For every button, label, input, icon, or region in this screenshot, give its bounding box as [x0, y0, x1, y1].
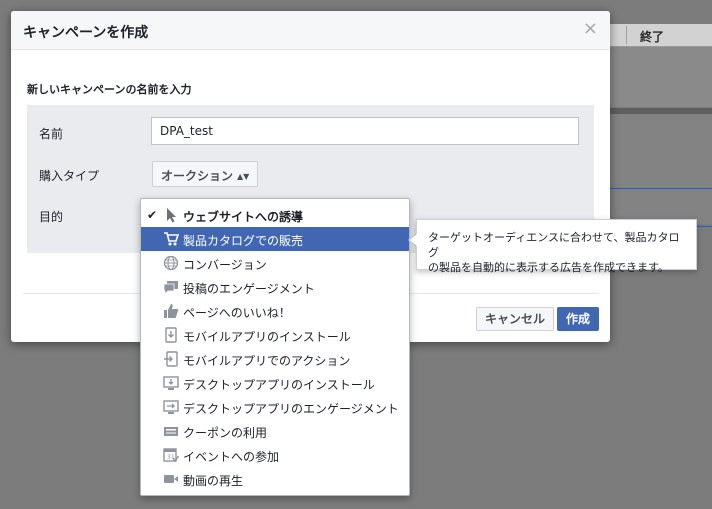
thumbs-up-icon	[164, 304, 179, 318]
row-line	[610, 188, 712, 189]
purchase-type-label: 購入タイプ	[39, 169, 100, 183]
mobile-action-icon	[164, 351, 178, 367]
video-icon	[164, 475, 178, 483]
option-label: モバイルアプリのインストール	[183, 330, 351, 344]
name-label: 名前	[39, 127, 64, 141]
objective-option-desktop-app-engagement[interactable]: デスクトップアプリのエンゲージメント	[141, 395, 409, 419]
mobile-install-icon	[165, 327, 177, 343]
option-label: 投稿のエンゲージメント	[183, 282, 315, 296]
objective-option-desktop-app-installs[interactable]: デスクトップアプリのインストール	[141, 371, 409, 395]
option-label: ページへのいいね！	[183, 306, 291, 320]
option-label: イベントへの参加	[183, 450, 280, 464]
close-icon[interactable]: ×	[583, 20, 598, 38]
check-icon: ✔	[147, 208, 158, 222]
option-label: デスクトップアプリのインストール	[183, 378, 375, 392]
option-label: クーポンの利用	[183, 426, 268, 440]
objective-tooltip: ターゲットオーディエンスに合わせて、製品カタログ の製品を自動的に表示する広告を…	[416, 219, 697, 274]
option-label: モバイルアプリでのアクション	[183, 354, 351, 368]
objective-option-mobile-app-installs[interactable]: モバイルアプリのインストール	[141, 323, 409, 347]
objective-option-traffic[interactable]: ✔ ウェブサイトへの誘導	[141, 203, 409, 227]
tooltip-line-2: の製品を自動的に表示する広告を作成できます。	[428, 261, 669, 274]
objective-option-page-likes[interactable]: ページへのいいね！	[141, 299, 409, 323]
objective-option-conversions[interactable]: コンバージョン	[141, 251, 409, 275]
objective-option-catalog-sales[interactable]: 製品カタログでの販売	[141, 227, 409, 251]
objective-option-video-views[interactable]: 動画の再生	[141, 467, 409, 491]
objective-option-mobile-app-actions[interactable]: モバイルアプリでのアクション	[141, 347, 409, 371]
option-label: コンバージョン	[183, 258, 267, 272]
objective-option-event-responses[interactable]: 31 イベントへの参加	[141, 443, 409, 467]
tooltip-line-1: ターゲットオーディエンスに合わせて、製品カタログ	[428, 231, 680, 259]
tooltip-arrow-inner	[410, 233, 418, 247]
option-label: ウェブサイトへの誘導	[183, 210, 304, 224]
objective-option-post-engagement[interactable]: 投稿のエンゲージメント	[141, 275, 409, 299]
objective-dropdown: ✔ ウェブサイトへの誘導 製品カタログでの販売 コンバージョン 投稿のエンゲージ…	[140, 198, 410, 496]
cancel-button[interactable]: キャンセル	[476, 307, 555, 331]
create-button[interactable]: 作成	[557, 307, 600, 331]
dialog-title: キャンペーンを作成	[23, 25, 149, 41]
comments-icon	[163, 281, 178, 295]
desktop-install-icon	[163, 376, 179, 390]
cursor-icon	[167, 208, 176, 223]
column-divider	[626, 26, 627, 44]
objective-label: 目的	[39, 210, 64, 224]
select-arrows-icon: ▲▼	[237, 172, 250, 181]
option-label: 動画の再生	[183, 474, 244, 488]
objective-option-offer-claims[interactable]: クーポンの利用	[141, 419, 409, 443]
cart-icon	[164, 232, 179, 246]
campaign-name-prompt: 新しいキャンペーンの名前を入力	[27, 83, 192, 96]
desktop-engage-icon	[163, 400, 179, 414]
option-label: デスクトップアプリのエンゲージメント	[183, 402, 399, 416]
column-header-end[interactable]: 終了	[640, 28, 664, 45]
purchase-type-select[interactable]: オークション ▲▼	[152, 161, 259, 187]
coupon-icon	[164, 427, 178, 436]
campaign-name-input[interactable]	[151, 117, 579, 145]
globe-icon	[163, 255, 179, 271]
purchase-type-value: オークション	[161, 169, 234, 183]
event-icon: 31	[163, 448, 179, 463]
dialog-header: キャンペーンを作成 ×	[11, 11, 610, 50]
option-label: 製品カタログでの販売	[183, 234, 304, 248]
